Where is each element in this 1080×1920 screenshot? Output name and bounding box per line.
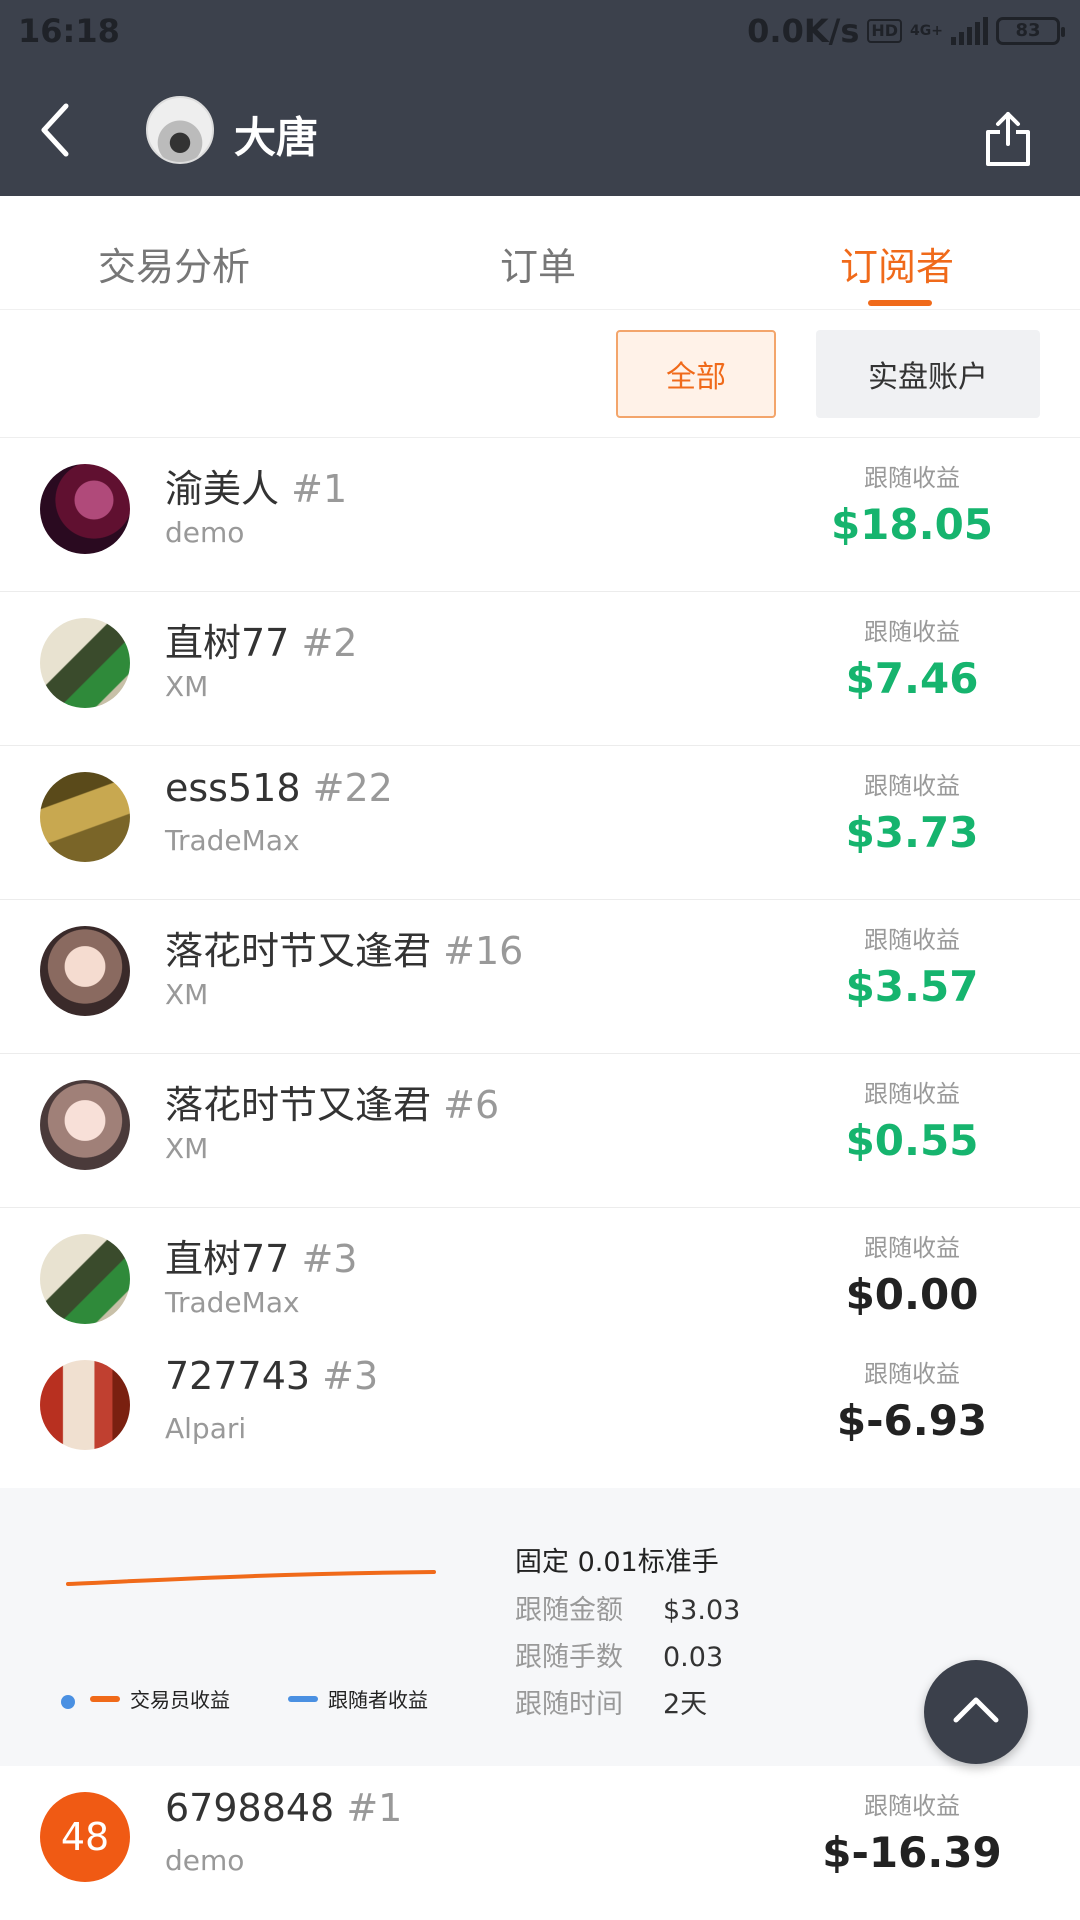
avatar: 48	[40, 1792, 130, 1882]
legend-swatch-trader	[90, 1695, 120, 1702]
profit-value: $-6.93	[836, 1396, 988, 1445]
legend-label: 跟随者收益	[328, 1688, 428, 1712]
broker-name: Alpari	[165, 1412, 247, 1445]
signal-type: 4G+	[910, 23, 943, 39]
follow-lots: 跟随手数 0.03	[515, 1642, 724, 1673]
profit-label: 跟随收益	[864, 618, 960, 646]
subscriber-detail-panel: 交易员收益 跟随者收益 固定 0.01标准手 跟随金额 $3.03 跟随手数 0.0…	[0, 1488, 1080, 1766]
legend-trader: 交易员收益	[90, 1684, 230, 1713]
filter-real-account-button[interactable]: 实盘账户	[816, 330, 1040, 418]
signal-icon	[951, 17, 988, 45]
page-title: 大唐	[234, 113, 319, 162]
broker-name: TradeMax	[165, 824, 300, 857]
profit-value: $7.46	[845, 654, 979, 703]
subscriber-row[interactable]: 48 6798848 #1 demo 跟随收益 $-16.39	[0, 1766, 1080, 1920]
avatar	[40, 1234, 130, 1324]
legend-follower: 跟随者收益	[288, 1684, 428, 1713]
avatar	[40, 926, 130, 1016]
avatar	[40, 1080, 130, 1170]
status-bar: 16:18 0.0K/s HD 4G+ 83	[0, 0, 1080, 66]
avatar	[40, 464, 130, 554]
app-header: 16:18 0.0K/s HD 4G+ 83 大唐	[0, 0, 1080, 196]
subscriber-row[interactable]: 直树77 #2 XM 跟随收益 $7.46	[0, 592, 1080, 746]
tab-orders[interactable]: 订单	[500, 236, 576, 291]
legend-label: 交易员收益	[130, 1688, 230, 1712]
broker-name: XM	[165, 978, 209, 1011]
subscriber-name: 落花时节又逢君 #16	[165, 929, 524, 973]
share-icon[interactable]	[984, 110, 1032, 168]
tab-trade-analysis[interactable]: 交易分析	[98, 236, 250, 291]
profit-label: 跟随收益	[864, 1080, 960, 1108]
broker-name: TradeMax	[165, 1286, 300, 1319]
legend-swatch-follower	[288, 1695, 318, 1702]
network-speed: 0.0K/s	[747, 12, 860, 50]
profit-value: $3.73	[845, 808, 979, 857]
trader-avatar[interactable]	[146, 96, 214, 164]
filter-bar: 全部 实盘账户	[0, 310, 1080, 438]
status-indicators: 0.0K/s HD 4G+ 83	[747, 12, 1065, 50]
trader-profit-line	[66, 1570, 436, 1586]
subscriber-name: 直树77 #2	[165, 621, 358, 665]
subscriber-name: 直树77 #3	[165, 1237, 358, 1281]
subscriber-row[interactable]: 727743 #3 Alpari 跟随收益 $-6.93	[0, 1334, 1080, 1488]
subscriber-row[interactable]: 落花时节又逢君 #6 XM 跟随收益 $0.55	[0, 1054, 1080, 1208]
profit-label: 跟随收益	[864, 464, 960, 492]
status-time: 16:18	[18, 12, 120, 50]
follow-amount: 跟随金额 $3.03	[515, 1595, 741, 1626]
profit-value: $0.00	[845, 1270, 979, 1319]
subscriber-name: 渝美人 #1	[165, 467, 348, 511]
subscriber-name: 落花时节又逢君 #6	[165, 1083, 500, 1127]
profit-label: 跟随收益	[864, 1360, 960, 1388]
tab-subscribers[interactable]: 订阅者	[840, 236, 954, 291]
subscriber-row[interactable]: ess518 #22 TradeMax 跟随收益 $3.73	[0, 746, 1080, 900]
broker-name: demo	[165, 1844, 245, 1877]
filter-all-button[interactable]: 全部	[616, 330, 776, 418]
broker-name: demo	[165, 516, 245, 549]
broker-name: XM	[165, 670, 209, 703]
hd-icon: HD	[867, 19, 903, 43]
profit-value: $-16.39	[822, 1828, 1002, 1877]
subscriber-name: 6798848 #1	[165, 1786, 403, 1830]
profit-label: 跟随收益	[864, 772, 960, 800]
profit-value: $18.05	[830, 500, 994, 549]
battery-icon: 83	[996, 17, 1065, 45]
subscriber-name: 727743 #3	[165, 1354, 379, 1398]
follow-time: 跟随时间 2天	[515, 1689, 708, 1720]
avatar	[40, 618, 130, 708]
avatar	[40, 1360, 130, 1450]
tab-bar: 交易分析 订单 订阅者	[0, 196, 1080, 310]
subscriber-row[interactable]: 渝美人 #1 demo 跟随收益 $18.05	[0, 438, 1080, 592]
follower-profit-point	[61, 1695, 75, 1709]
profit-label: 跟随收益	[864, 1792, 960, 1820]
avatar	[40, 772, 130, 862]
profit-label: 跟随收益	[864, 1234, 960, 1262]
profit-value: $0.55	[845, 1116, 979, 1165]
chevron-left-icon[interactable]	[36, 100, 76, 160]
active-tab-indicator	[868, 300, 932, 306]
profit-label: 跟随收益	[864, 926, 960, 954]
subscriber-row[interactable]: 落花时节又逢君 #16 XM 跟随收益 $3.57	[0, 900, 1080, 1054]
chevron-up-icon	[953, 1697, 999, 1723]
follow-mode: 固定 0.01标准手	[515, 1547, 719, 1578]
broker-name: XM	[165, 1132, 209, 1165]
subscriber-name: ess518 #22	[165, 766, 393, 810]
profit-value: $3.57	[845, 962, 979, 1011]
scroll-top-button[interactable]	[924, 1660, 1028, 1764]
